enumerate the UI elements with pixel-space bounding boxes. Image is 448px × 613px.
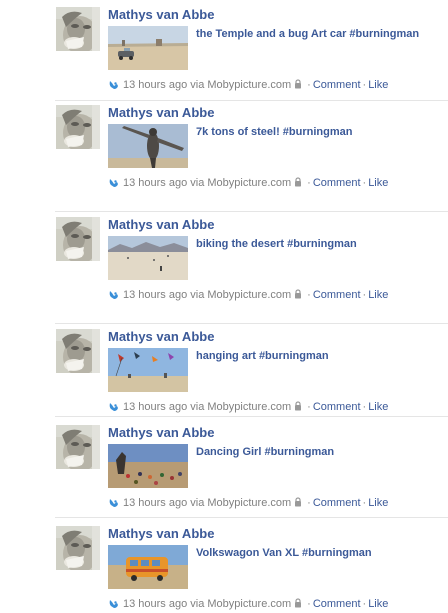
avatar[interactable] [56,425,100,469]
dot-separator: · [362,289,367,302]
dot-separator: · [362,497,367,510]
avatar[interactable] [56,217,100,261]
author-name-link[interactable]: Mathys van Abbe [108,526,214,542]
author-name-link[interactable]: Mathys van Abbe [108,329,214,345]
dot-separator: · [362,401,367,414]
post-separator [55,416,448,417]
post-meta: 13 hours ago via Mobypicture.com · Comment… [108,496,388,510]
dot-separator: · [362,79,367,92]
mobypicture-app-icon [108,598,119,609]
post-separator [55,323,448,324]
post-meta: 13 hours ago via Mobypicture.com · Comment… [108,597,388,611]
via-source: via Mobypicture.com [190,497,292,510]
author-name-link[interactable]: Mathys van Abbe [108,425,214,441]
via-source: via Mobypicture.com [190,289,292,302]
like-link[interactable]: Like [368,497,388,509]
photo-thumbnail[interactable] [108,348,188,392]
author-name-link[interactable]: Mathys van Abbe [108,105,214,121]
dot-separator: · [307,79,311,92]
post-timestamp[interactable]: 13 hours ago [123,289,187,301]
dot-separator: · [307,289,311,302]
photo-thumbnail[interactable] [108,124,188,168]
author-name-link[interactable]: Mathys van Abbe [108,7,214,23]
post-separator [55,211,448,212]
mobypicture-app-icon [108,289,119,300]
mobypicture-app-icon [108,177,119,188]
like-link[interactable]: Like [368,177,388,189]
photo-caption-link[interactable]: the Temple and a bug Art car #burningman [196,27,419,41]
lock-icon[interactable] [294,79,302,89]
dot-separator: · [307,497,311,510]
mobypicture-app-icon [108,79,119,90]
photo-caption-link[interactable]: Dancing Girl #burningman [196,445,334,459]
dot-separator: · [362,177,367,190]
author-name-link[interactable]: Mathys van Abbe [108,217,214,233]
post-meta: 13 hours ago via Mobypicture.com · Comment… [108,400,388,414]
photo-thumbnail[interactable] [108,444,188,488]
photo-caption-link[interactable]: biking the desert #burningman [196,237,357,251]
post-timestamp[interactable]: 13 hours ago [123,401,187,413]
mobypicture-app-icon [108,401,119,412]
comment-link[interactable]: Comment [313,79,361,91]
photo-thumbnail[interactable] [108,236,188,280]
post-separator [55,100,448,101]
via-source: via Mobypicture.com [190,177,292,190]
via-source: via Mobypicture.com [190,79,292,92]
mobypicture-app-icon [108,497,119,508]
post-timestamp[interactable]: 13 hours ago [123,79,187,91]
lock-icon[interactable] [294,401,302,411]
post-meta: 13 hours ago via Mobypicture.com · Comment… [108,176,388,190]
like-link[interactable]: Like [368,79,388,91]
photo-thumbnail[interactable] [108,545,188,589]
post-timestamp[interactable]: 13 hours ago [123,177,187,189]
photo-caption-link[interactable]: Volkswagon Van XL #burningman [196,546,372,560]
post-meta: 13 hours ago via Mobypicture.com · Comment… [108,288,388,302]
lock-icon[interactable] [294,289,302,299]
photo-thumbnail[interactable] [108,26,188,70]
via-source: via Mobypicture.com [190,401,292,414]
photo-caption-link[interactable]: 7k tons of steel! #burningman [196,125,352,139]
avatar[interactable] [56,329,100,373]
news-feed: Mathys van Abbe the Temple and a bug Art … [0,0,448,610]
dot-separator: · [307,401,311,414]
like-link[interactable]: Like [368,401,388,413]
comment-link[interactable]: Comment [313,497,361,509]
lock-icon[interactable] [294,177,302,187]
lock-icon[interactable] [294,497,302,507]
dot-separator: · [307,177,311,190]
comment-link[interactable]: Comment [313,289,361,301]
post-timestamp[interactable]: 13 hours ago [123,497,187,509]
like-link[interactable]: Like [368,289,388,301]
comment-link[interactable]: Comment [313,401,361,413]
post-separator [55,517,448,518]
avatar[interactable] [56,7,100,51]
photo-caption-link[interactable]: hanging art #burningman [196,349,329,363]
avatar[interactable] [56,105,100,149]
post-meta: 13 hours ago via Mobypicture.com · Comment… [108,78,388,92]
avatar[interactable] [56,526,100,570]
comment-link[interactable]: Comment [313,177,361,189]
